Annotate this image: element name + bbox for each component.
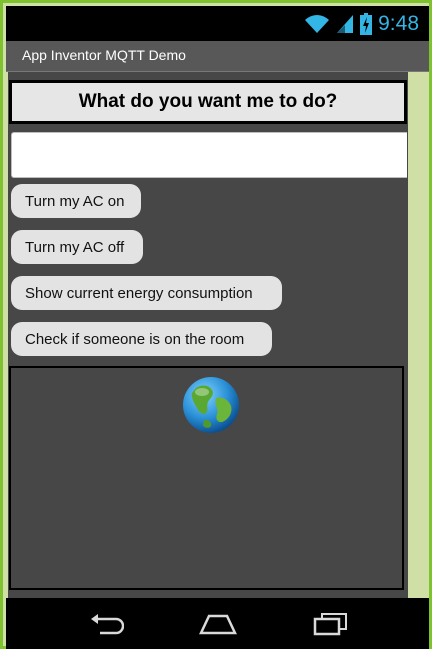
status-time: 9:48 xyxy=(378,11,419,35)
back-button[interactable] xyxy=(76,606,136,642)
image-canvas xyxy=(9,366,404,590)
action-bar: App Inventor MQTT Demo xyxy=(6,41,429,72)
recents-button[interactable] xyxy=(300,606,360,642)
battery-charging-icon xyxy=(360,12,373,35)
show-energy-button[interactable]: Show current energy consumption xyxy=(11,276,282,310)
home-button[interactable] xyxy=(188,606,248,642)
cell-signal-icon xyxy=(337,14,354,33)
turn-ac-on-button[interactable]: Turn my AC on xyxy=(11,184,141,218)
device-frame: 9:48 App Inventor MQTT Demo What do you … xyxy=(0,0,432,649)
recents-icon xyxy=(313,613,347,636)
screen-content: What do you want me to do? Turn my AC on… xyxy=(8,72,408,598)
wifi-icon xyxy=(305,14,330,33)
navigation-bar xyxy=(6,598,429,649)
turn-ac-off-button[interactable]: Turn my AC off xyxy=(11,230,143,264)
back-icon xyxy=(91,614,124,635)
globe-icon xyxy=(183,377,239,433)
app-title: App Inventor MQTT Demo xyxy=(22,47,186,63)
status-bar: 9:48 xyxy=(6,6,429,41)
heading-label-box: What do you want me to do? xyxy=(9,80,407,124)
check-room-button[interactable]: Check if someone is on the room xyxy=(11,322,272,356)
status-icons: 9:48 xyxy=(304,10,419,37)
heading-label: What do you want me to do? xyxy=(78,91,338,112)
home-icon xyxy=(199,614,237,635)
command-input[interactable] xyxy=(11,132,407,178)
